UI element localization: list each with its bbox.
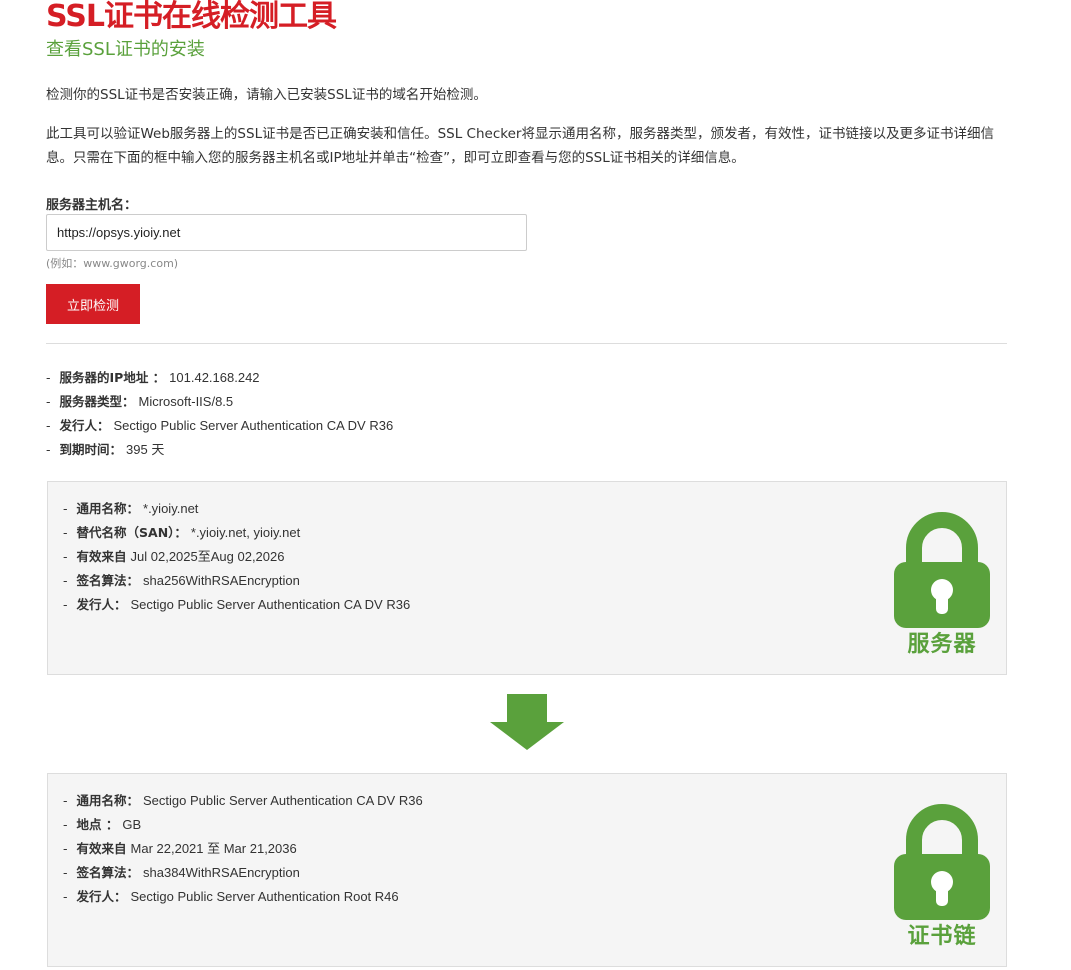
cert-value: *.yioiy.net, yioiy.net xyxy=(190,525,301,540)
cert-value: sha384WithRSAEncryption xyxy=(143,865,300,880)
list-item: - 发行人： Sectigo Public Server Authenticati… xyxy=(63,885,423,909)
list-item: - 有效来自 Mar 22,2021 至 Mar 21,2036 xyxy=(63,837,423,861)
intro-text-2: 此工具可以验证Web服务器上的SSL证书是否已正确安装和信任。SSL Check… xyxy=(46,126,994,166)
page-title: SSL证书在线检测工具 xyxy=(46,0,337,34)
cert-label: 有效来自 xyxy=(76,549,127,564)
host-input[interactable] xyxy=(46,214,527,251)
list-item: - 发行人： Sectigo Public Server Authenticati… xyxy=(63,593,410,617)
divider xyxy=(46,343,1007,344)
list-item: - 服务器类型： Microsoft-IIS/8.5 xyxy=(46,390,393,414)
lock-caption: 服务器 xyxy=(907,632,977,657)
list-marker: - xyxy=(63,841,68,856)
list-item: - 服务器的IP地址 ： 101.42.168.242 xyxy=(46,366,393,390)
cert-value: GB xyxy=(122,817,142,832)
ssl-checker-page: SSL证书在线检测工具 查看SSL证书的安装 检测你的SSL证书是否安装正确，请… xyxy=(0,0,1071,970)
intro-text-1: 检测你的SSL证书是否安装正确，请输入已安装SSL证书的域名开始检测。 xyxy=(46,87,487,103)
list-marker: - xyxy=(63,549,68,564)
cert-value: Sectigo Public Server Authentication CA … xyxy=(143,793,423,808)
list-item: - 发行人： Sectigo Public Server Authenticati… xyxy=(46,414,393,438)
cert-label: 发行人： xyxy=(76,597,127,612)
lock-icon xyxy=(894,804,990,920)
list-item: - 到期时间： 395 天 xyxy=(46,438,393,462)
info-value: Microsoft-IIS/8.5 xyxy=(138,394,234,409)
chain-lock: 证书链 xyxy=(892,802,992,952)
info-value: 395 天 xyxy=(126,442,165,457)
list-item: - 替代名称（SAN）： *.yioiy.net, yioiy.net xyxy=(63,521,410,545)
list-item: - 通用名称： *.yioiy.net xyxy=(63,497,410,521)
list-marker: - xyxy=(63,573,68,588)
cert-value: Mar 22,2021 至 Mar 21,2036 xyxy=(130,841,297,856)
host-hint: (例如：www.gworg.com) xyxy=(46,257,179,270)
list-marker: - xyxy=(46,370,51,385)
host-label: 服务器主机名： xyxy=(46,198,138,213)
cert-label: 地点 ： xyxy=(76,817,119,832)
cert-value: Jul 02,2025至Aug 02,2026 xyxy=(130,549,285,564)
list-marker: - xyxy=(63,865,68,880)
list-item: - 通用名称： Sectigo Public Server Authenticat… xyxy=(63,789,423,813)
cert-label: 发行人： xyxy=(76,889,127,904)
info-label: 服务器类型： xyxy=(59,394,135,409)
cert-label: 替代名称（SAN）： xyxy=(76,525,187,540)
list-marker: - xyxy=(46,418,51,433)
info-label: 发行人： xyxy=(59,418,110,433)
info-label: 到期时间： xyxy=(59,442,123,457)
server-cert-box: - 通用名称： *.yioiy.net - 替代名称（SAN）： *.yioiy.n… xyxy=(47,481,1007,675)
cert-value: Sectigo Public Server Authentication CA … xyxy=(130,597,411,612)
list-marker: - xyxy=(63,501,68,516)
list-marker: - xyxy=(63,597,68,612)
cert-value: sha256WithRSAEncryption xyxy=(143,573,300,588)
cert-label: 通用名称： xyxy=(76,501,140,516)
list-marker: - xyxy=(63,817,68,832)
server-info-list: - 服务器的IP地址 ： 101.42.168.242 - 服务器类型： Micro… xyxy=(46,366,393,462)
lock-caption: 证书链 xyxy=(907,924,977,949)
server-lock: 服务器 xyxy=(892,510,992,660)
list-marker: - xyxy=(63,889,68,904)
lock-icon xyxy=(894,512,990,628)
page-subtitle: 查看SSL证书的安装 xyxy=(46,39,205,60)
cert-value: Sectigo Public Server Authentication Roo… xyxy=(130,889,399,904)
list-item: - 签名算法： sha256WithRSAEncryption xyxy=(63,569,410,593)
info-value: 101.42.168.242 xyxy=(169,370,260,385)
cert-value: *.yioiy.net xyxy=(143,501,199,516)
cert-label: 签名算法： xyxy=(76,865,140,880)
check-button[interactable]: 立即检测 xyxy=(46,284,140,324)
cert-label: 有效来自 xyxy=(76,841,127,856)
list-marker: - xyxy=(46,394,51,409)
list-marker: - xyxy=(63,525,68,540)
chain-cert-list: - 通用名称： Sectigo Public Server Authenticat… xyxy=(63,789,423,909)
list-marker: - xyxy=(46,442,51,457)
list-item: - 有效来自 Jul 02,2025至Aug 02,2026 xyxy=(63,545,410,569)
cert-label: 通用名称： xyxy=(76,793,140,808)
list-item: - 签名算法： sha384WithRSAEncryption xyxy=(63,861,423,885)
info-value: Sectigo Public Server Authentication CA … xyxy=(113,418,394,433)
list-marker: - xyxy=(63,793,68,808)
cert-label: 签名算法： xyxy=(76,573,140,588)
list-item: - 地点 ： GB xyxy=(63,813,423,837)
server-cert-list: - 通用名称： *.yioiy.net - 替代名称（SAN）： *.yioiy.n… xyxy=(63,497,410,617)
info-label: 服务器的IP地址 ： xyxy=(59,370,166,385)
chain-cert-box: - 通用名称： Sectigo Public Server Authenticat… xyxy=(47,773,1007,967)
arrow-down-icon xyxy=(490,694,564,750)
